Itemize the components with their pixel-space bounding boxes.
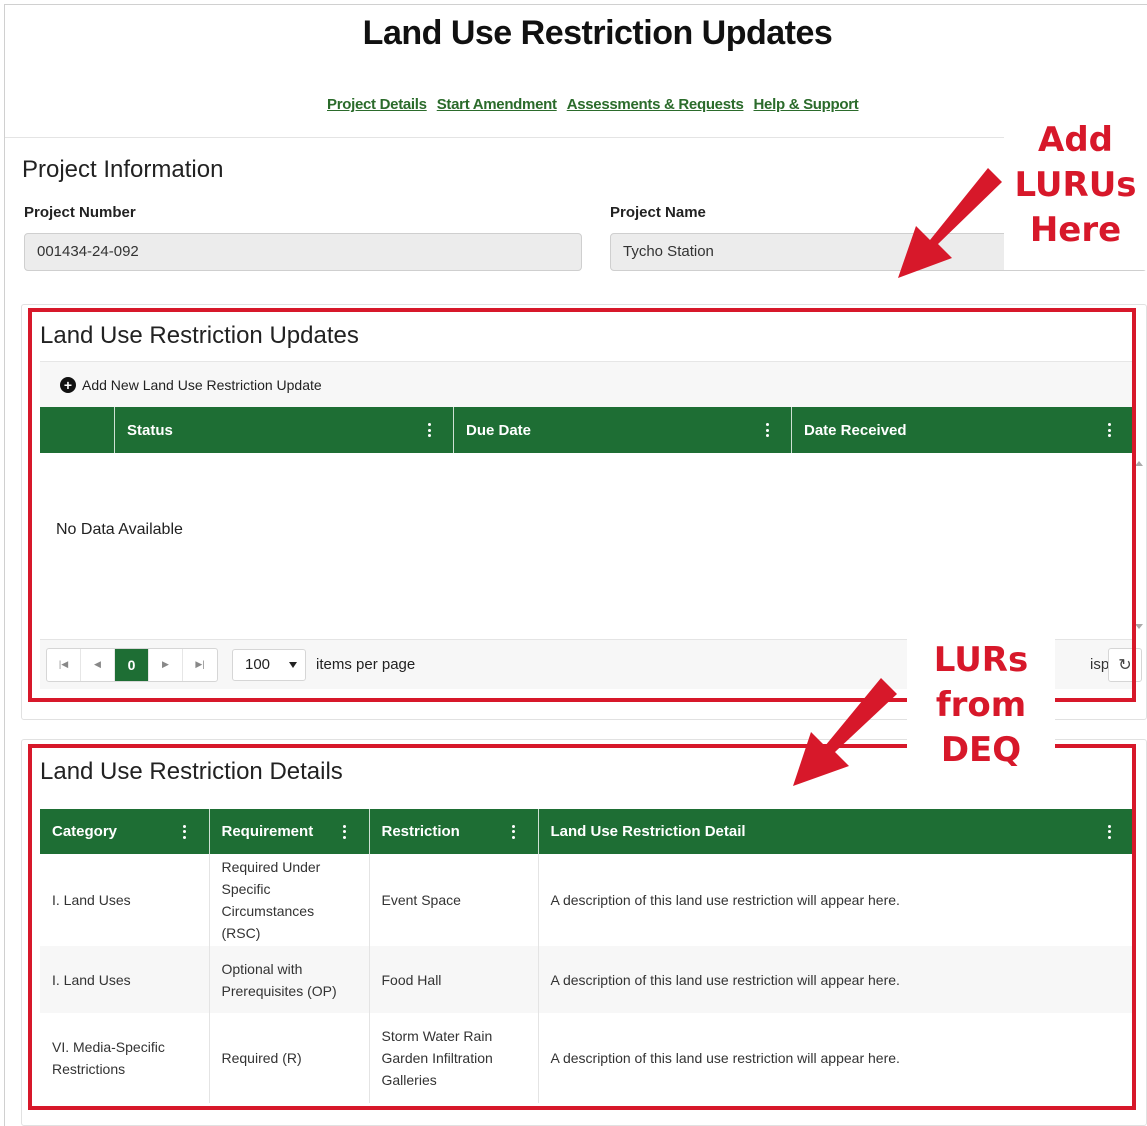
nav-assessments-requests[interactable]: Assessments & Requests bbox=[567, 96, 744, 113]
callout-line: DEQ bbox=[940, 730, 1022, 770]
header-divider bbox=[5, 137, 1147, 138]
project-name-label: Project Name bbox=[610, 204, 706, 221]
arrow-shape bbox=[898, 168, 1002, 278]
callout-line: LURUs bbox=[1014, 165, 1137, 205]
annotation-callout-add-lurus: Add LURUs Here bbox=[1004, 118, 1147, 270]
annotation-box-details bbox=[28, 744, 1136, 1110]
annotation-arrow-icon bbox=[898, 168, 1002, 278]
callout-line: LURs bbox=[933, 640, 1029, 680]
nav-project-details[interactable]: Project Details bbox=[327, 96, 427, 113]
nav-help-support[interactable]: Help & Support bbox=[754, 96, 859, 113]
callout-line: from bbox=[935, 685, 1027, 725]
callout-line: Add bbox=[1038, 120, 1113, 160]
annotation-callout-lurs-from-deq: LURs from DEQ bbox=[907, 638, 1055, 776]
project-number-field[interactable]: 001434-24-092 bbox=[24, 233, 582, 271]
scroll-down-icon[interactable] bbox=[1135, 624, 1143, 629]
page-title: Land Use Restriction Updates bbox=[362, 14, 833, 52]
project-number-label: Project Number bbox=[24, 204, 136, 221]
arrow-shape bbox=[793, 678, 897, 786]
project-info-heading: Project Information bbox=[22, 156, 224, 183]
callout-line: Here bbox=[1029, 210, 1122, 250]
top-nav: Project Details Start Amendment Assessme… bbox=[327, 96, 859, 113]
scroll-up-icon[interactable] bbox=[1135, 461, 1143, 466]
annotation-arrow-icon bbox=[793, 678, 897, 786]
nav-start-amendment[interactable]: Start Amendment bbox=[437, 96, 557, 113]
